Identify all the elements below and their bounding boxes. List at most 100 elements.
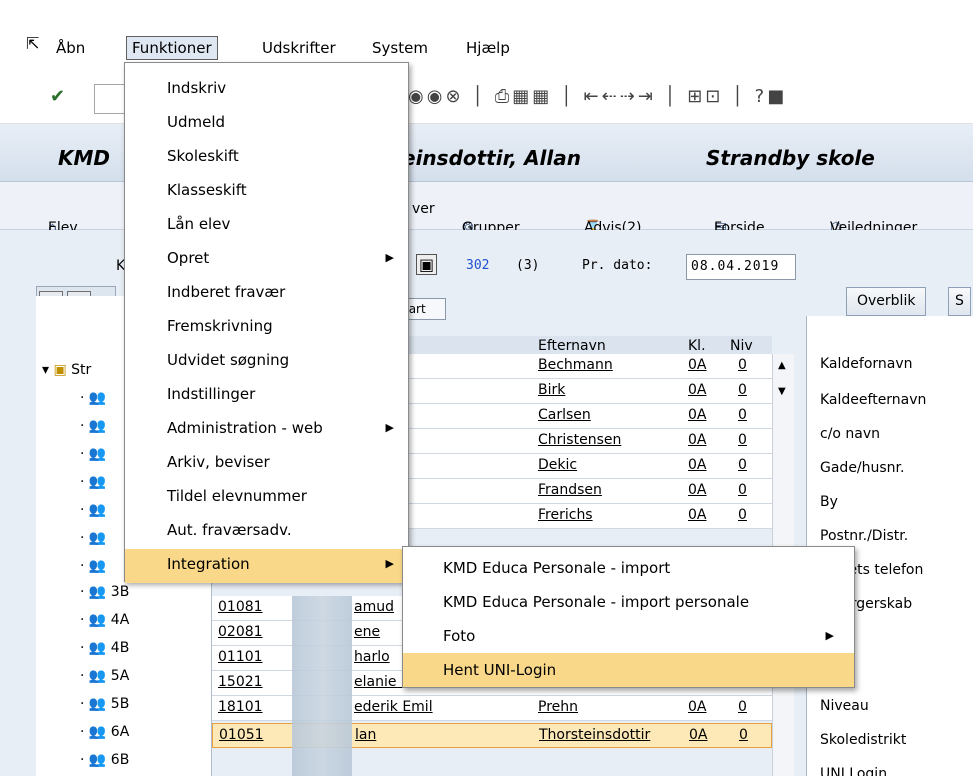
menu-item[interactable]: Administration - web ▶ xyxy=(125,413,408,447)
cell-id[interactable]: 15021 xyxy=(218,674,263,690)
col-kl[interactable]: Kl. xyxy=(688,338,706,354)
cell-class[interactable]: 0A xyxy=(688,699,706,715)
cancel-icon[interactable]: ⊗ xyxy=(445,86,463,107)
check-icon[interactable]: ✔ xyxy=(50,86,65,107)
tree-item[interactable]: · 👥 xyxy=(80,474,106,490)
layout-icon[interactable]: ■ xyxy=(767,86,787,107)
menu-item[interactable]: Tildel elevnummer xyxy=(125,481,408,515)
menu-item[interactable]: Aut. fraværsadv. xyxy=(125,515,408,549)
tree-item-5a[interactable]: · 👥 5A xyxy=(80,668,129,684)
cell-id[interactable]: 01101 xyxy=(218,649,263,665)
menu-item[interactable]: Arkiv, beviser xyxy=(125,447,408,481)
menu-item[interactable]: Klasseskift xyxy=(125,175,408,209)
menu-item[interactable]: Indstillinger xyxy=(125,379,408,413)
col-efternavn[interactable]: Efternavn xyxy=(538,338,606,354)
cell-first-name[interactable]: ederik Emil xyxy=(354,699,433,715)
cell-level[interactable]: 0 xyxy=(738,432,747,448)
tree-item-4a[interactable]: · 👥 4A xyxy=(80,612,129,628)
next-page-icon[interactable]: ⇢ xyxy=(620,86,638,107)
menu-item[interactable]: Lån elev xyxy=(125,209,408,243)
cell-last-name[interactable]: Prehn xyxy=(538,699,578,715)
submenu-item[interactable]: KMD Educa Personale - import personale xyxy=(403,585,854,619)
cell-level[interactable]: 0 xyxy=(738,699,747,715)
cell-last-name[interactable]: Christensen xyxy=(538,432,621,448)
tree-item[interactable]: · 👥 xyxy=(80,446,106,462)
cell-level[interactable]: 0 xyxy=(738,482,747,498)
menu-aabn[interactable]: Åbn xyxy=(56,38,85,58)
cell-last-name[interactable]: Bechmann xyxy=(538,357,613,373)
cell-last-name[interactable]: Birk xyxy=(538,382,565,398)
cell-level[interactable]: 0 xyxy=(738,357,747,373)
date-field[interactable]: 08.04.2019 xyxy=(686,254,796,280)
tab-s[interactable]: S xyxy=(948,287,971,316)
cell-first-name[interactable]: ene xyxy=(354,624,380,640)
cell-id[interactable]: 01051 xyxy=(219,727,264,743)
menu-item[interactable]: Udmeld xyxy=(125,107,408,141)
submenu-item[interactable]: Foto ▶ xyxy=(403,619,854,653)
cell-class[interactable]: 0A xyxy=(688,507,706,523)
cell-id[interactable]: 18101 xyxy=(218,699,263,715)
menu-udskrifter[interactable]: Udskrifter xyxy=(262,38,336,58)
cell-class[interactable]: 0A xyxy=(688,357,706,373)
print-icon[interactable]: ⎙ xyxy=(495,86,512,107)
scroll-up-icon[interactable]: ▲ xyxy=(778,360,786,371)
cell-level[interactable]: 0 xyxy=(738,407,747,423)
scroll-down-icon[interactable]: ▼ xyxy=(778,386,786,397)
open-icon[interactable]: ⇱ xyxy=(26,34,39,54)
menu-item[interactable]: Opret ▶ xyxy=(125,243,408,277)
new-session-icon[interactable]: ⊞ xyxy=(687,86,705,107)
find-next-icon[interactable]: ▦ xyxy=(532,86,552,107)
cell-first-name[interactable]: lan xyxy=(355,727,376,743)
menu-hjaelp[interactable]: Hjælp xyxy=(466,38,510,58)
tree-item-6a[interactable]: · 👥 6A xyxy=(80,724,129,740)
cell-first-name[interactable]: harlo xyxy=(354,649,390,665)
prev-page-icon[interactable]: ⇠ xyxy=(602,86,620,107)
binoculars-icon[interactable]: ▣ xyxy=(416,254,438,275)
menu-item[interactable]: Udvidet søgning xyxy=(125,345,408,379)
col-niv[interactable]: Niv xyxy=(730,338,753,354)
cell-level[interactable]: 0 xyxy=(738,457,747,473)
help-icon[interactable]: ? xyxy=(755,86,768,107)
first-page-icon[interactable]: ⇤ xyxy=(584,86,602,107)
menu-item[interactable]: Integration ▶ xyxy=(125,549,408,583)
cell-last-name[interactable]: Frerichs xyxy=(538,507,593,523)
cell-class[interactable]: 0A xyxy=(688,432,706,448)
menu-item[interactable]: Fremskrivning xyxy=(125,311,408,345)
tree-item-3b[interactable]: · 👥 3B xyxy=(80,584,129,600)
tree-item[interactable]: · 👥 xyxy=(80,530,106,546)
tree-item[interactable]: · 👥 xyxy=(80,502,106,518)
cell-last-name[interactable]: Thorsteinsdottir xyxy=(539,727,650,743)
cell-class[interactable]: 0A xyxy=(688,457,706,473)
find-icon[interactable]: ▦ xyxy=(512,86,532,107)
cell-class[interactable]: 0A xyxy=(688,482,706,498)
menu-item[interactable]: Indskriv xyxy=(125,73,408,107)
menu-funktioner[interactable]: Funktioner xyxy=(126,36,218,60)
tab-overblik[interactable]: Overblik xyxy=(846,287,927,316)
cell-level[interactable]: 0 xyxy=(738,507,747,523)
menu-item[interactable]: Indberet fravær xyxy=(125,277,408,311)
tree-item[interactable]: · 👥 xyxy=(80,390,106,406)
ver-button[interactable]: ver xyxy=(412,201,435,217)
submenu-item[interactable]: KMD Educa Personale - import xyxy=(403,551,854,585)
cell-last-name[interactable]: Frandsen xyxy=(538,482,602,498)
tree-item-5b[interactable]: · 👥 5B xyxy=(80,696,129,712)
tree-item[interactable]: · 👥 xyxy=(80,558,106,574)
menu-item[interactable]: Skoleskift xyxy=(125,141,408,175)
back-icon[interactable]: ◉ xyxy=(408,86,427,107)
tree-item[interactable]: · 👥 xyxy=(80,418,106,434)
exit-icon[interactable]: ◉ xyxy=(427,86,446,107)
cell-first-name[interactable]: amud xyxy=(354,599,394,615)
tree-item-4b[interactable]: · 👥 4B xyxy=(80,640,129,656)
shortcut-icon[interactable]: ⊡ xyxy=(705,86,723,107)
cell-last-name[interactable]: Dekic xyxy=(538,457,577,473)
cell-level[interactable]: 0 xyxy=(738,382,747,398)
cell-id[interactable]: 02081 xyxy=(218,624,263,640)
submenu-item[interactable]: Hent UNI-Login xyxy=(403,653,854,687)
menu-system[interactable]: System xyxy=(372,38,428,58)
last-page-icon[interactable]: ⇥ xyxy=(638,86,656,107)
tree-root[interactable]: ▾ ▣ Str xyxy=(42,362,91,378)
cell-level[interactable]: 0 xyxy=(739,727,748,743)
cell-class[interactable]: 0A xyxy=(689,727,707,743)
tree-item-6b[interactable]: · 👥 6B xyxy=(80,752,129,768)
cell-id[interactable]: 01081 xyxy=(218,599,263,615)
